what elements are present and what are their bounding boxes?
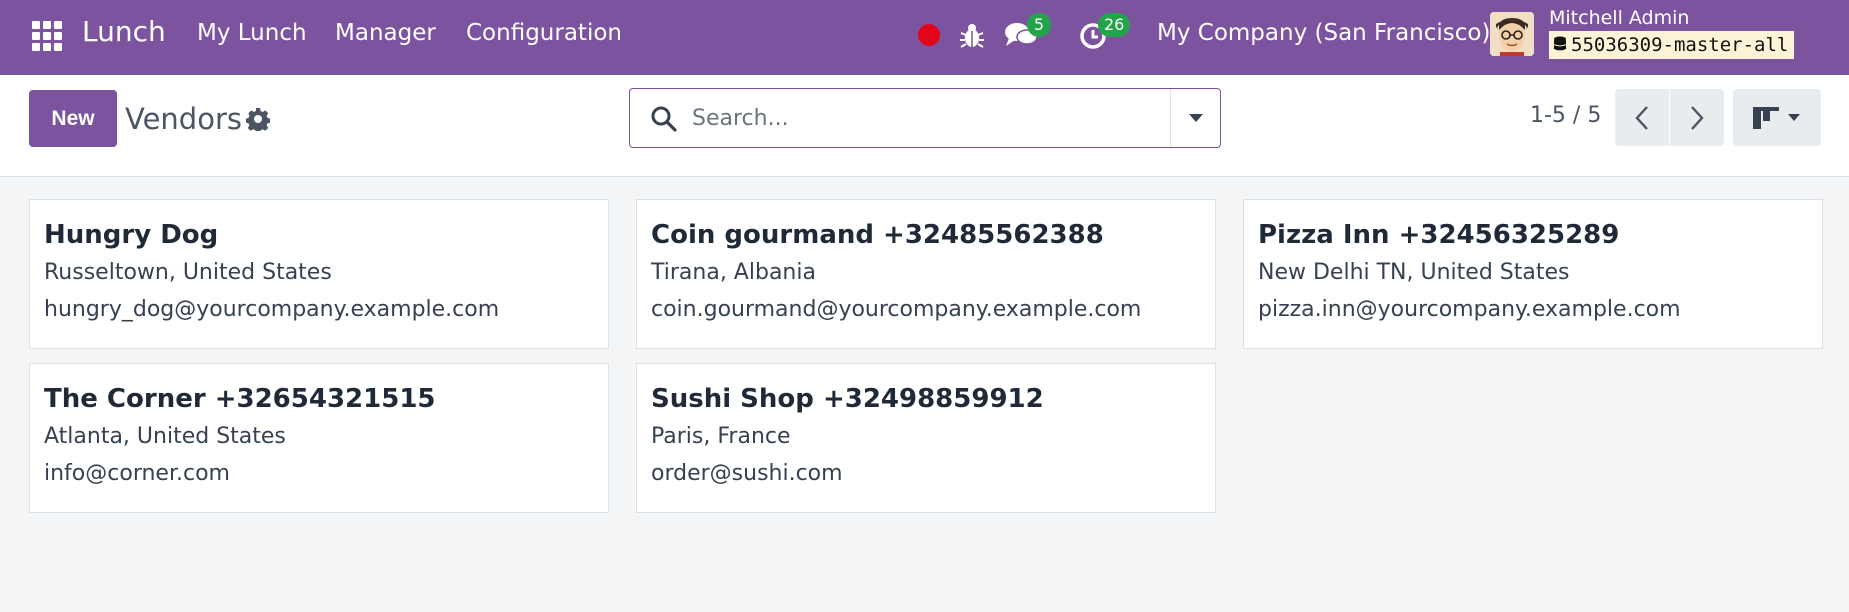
menu-manager[interactable]: Manager [335,20,436,46]
database-name: 55036309-master-all [1571,34,1789,56]
vendor-location: Russeltown, United States [44,260,332,285]
user-avatar[interactable] [1490,12,1534,56]
kanban-view-icon [1753,106,1779,129]
vendor-email: order@sushi.com [651,461,843,486]
app-name[interactable]: Lunch [82,15,166,48]
vendor-name: Hungry Dog [44,220,219,250]
chevron-right-icon [1691,105,1704,130]
database-tag: 55036309-master-all [1549,31,1795,59]
menu-configuration[interactable]: Configuration [466,20,622,46]
chevron-left-icon [1635,105,1648,130]
vendor-email: pizza.inn@yourcompany.example.com [1258,297,1681,322]
debug-bug-icon[interactable] [959,20,985,50]
apps-menu-icon[interactable] [30,19,62,51]
vendor-card[interactable]: Sushi Shop +32498859912 Paris, France or… [636,363,1216,513]
vendor-email: hungry_dog@yourcompany.example.com [44,297,500,322]
vendor-email: info@corner.com [44,461,230,486]
pager-previous-button[interactable] [1615,89,1669,146]
vendor-card[interactable]: Pizza Inn +32456325289 New Delhi TN, Uni… [1243,199,1823,349]
vendor-name: Coin gourmand +32485562388 [651,220,1104,250]
vendor-card[interactable]: Hungry Dog Russeltown, United States hun… [29,199,609,349]
vendor-name: Pizza Inn +32456325289 [1258,220,1620,250]
pager-value[interactable]: 1-5 / 5 [1530,103,1601,128]
search-icon [651,106,677,132]
new-button[interactable]: New [29,90,117,147]
company-switcher[interactable]: My Company (San Francisco) [1157,20,1490,46]
vendor-location: Tirana, Albania [651,260,816,285]
vendor-card[interactable]: The Corner +32654321515 Atlanta, United … [29,363,609,513]
search-options-toggle[interactable] [1170,89,1220,147]
caret-down-icon [1188,114,1203,122]
vendor-location: Paris, France [651,424,791,449]
vendor-location: New Delhi TN, United States [1258,260,1570,285]
caret-down-icon [1788,114,1800,121]
vendor-email: coin.gourmand@yourcompany.example.com [651,297,1142,322]
recording-indicator-icon[interactable] [918,24,940,46]
view-switcher-button[interactable] [1733,89,1821,146]
vendor-name: The Corner +32654321515 [44,384,436,414]
messages-count-badge: 5 [1027,13,1051,37]
database-icon [1554,36,1566,51]
top-navbar: Lunch My Lunch Manager Configuration 5 2… [0,0,1849,75]
vendor-name: Sushi Shop +32498859912 [651,384,1044,414]
menu-my-lunch[interactable]: My Lunch [197,20,307,46]
search-bar [629,88,1221,148]
activities-count-badge: 26 [1098,13,1131,37]
control-panel: New Vendors 1-5 / 5 [0,75,1849,177]
vendor-card[interactable]: Coin gourmand +32485562388 Tirana, Alban… [636,199,1216,349]
page-title: Vendors [125,102,242,136]
pager-next-button[interactable] [1670,89,1724,146]
search-input[interactable] [692,99,1142,137]
vendor-location: Atlanta, United States [44,424,286,449]
user-name[interactable]: Mitchell Admin [1549,7,1689,29]
gear-icon[interactable] [246,107,270,131]
